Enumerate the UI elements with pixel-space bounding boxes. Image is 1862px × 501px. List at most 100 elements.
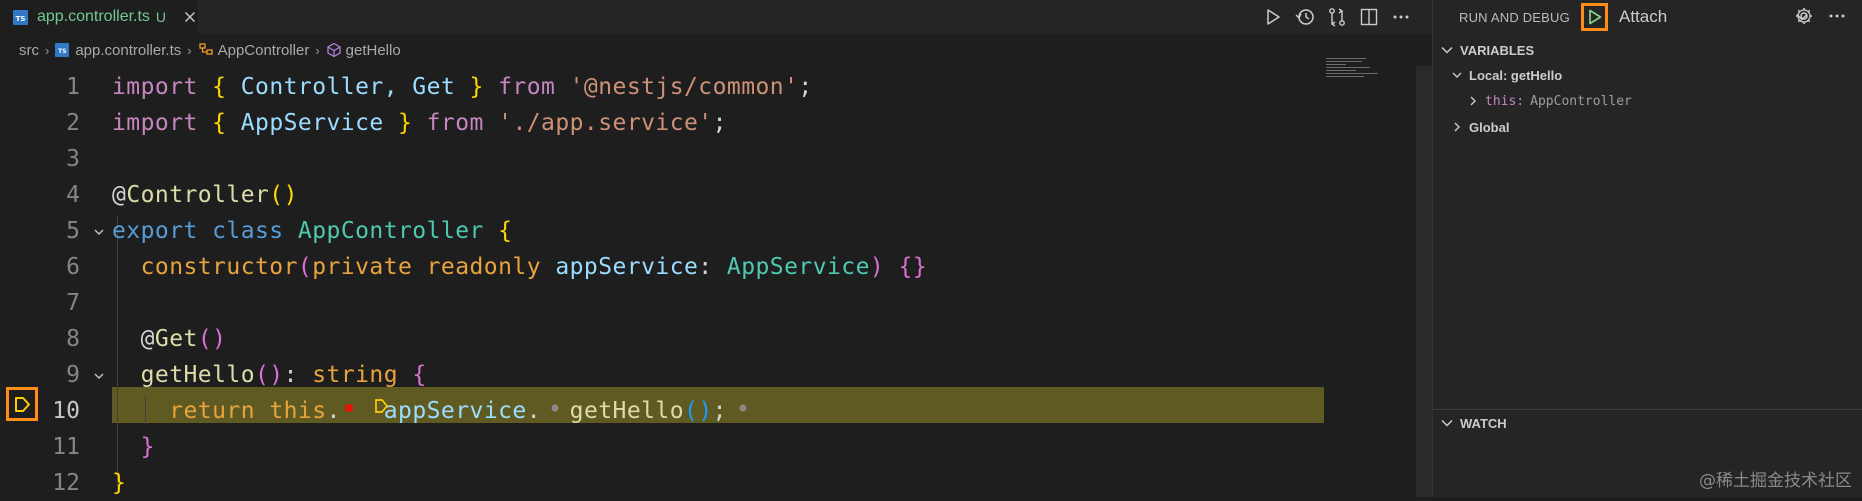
code-token: }	[398, 110, 413, 136]
code-line[interactable]: 5 export class AppController {	[0, 213, 1416, 249]
editor-vertical-scrollbar[interactable]	[1416, 66, 1432, 497]
breadcrumb-method[interactable]: getHello	[346, 42, 401, 59]
code-token: import	[112, 74, 198, 100]
code-line[interactable]: 11 }	[0, 429, 1416, 465]
split-editor-icon[interactable]	[1358, 6, 1380, 28]
code-token: export	[112, 218, 198, 244]
close-icon[interactable]	[182, 9, 198, 25]
code-token: ()	[269, 182, 298, 208]
code-editor[interactable]: 1 import { Controller, Get } from '@nestj…	[0, 66, 1416, 497]
chevron-down-icon	[1452, 72, 1462, 78]
code-line[interactable]: 4 @Controller()	[0, 177, 1416, 213]
compare-changes-icon[interactable]	[1326, 6, 1348, 28]
code-token: AppService	[226, 110, 398, 136]
fold-chevron-icon[interactable]	[92, 225, 106, 239]
more-actions-icon[interactable]	[1390, 6, 1412, 28]
line-number: 7	[66, 290, 80, 316]
code-token: return	[169, 398, 255, 424]
debug-configuration-label: Attach	[1619, 7, 1668, 26]
local-scope-node[interactable]: Local: getHello	[1451, 64, 1562, 86]
code-token: .	[526, 398, 542, 424]
variable-this-node[interactable]: this: AppController	[1467, 90, 1632, 112]
code-text: export class AppController {	[112, 217, 512, 245]
line-number: 6	[66, 254, 80, 280]
variable-name: this:	[1485, 93, 1525, 109]
code-line[interactable]: 10 return this. appService. getHello();	[0, 393, 1416, 429]
fold-chevron-icon[interactable]	[92, 369, 106, 383]
code-token: {	[498, 218, 513, 244]
debug-configuration-select[interactable]: Attach	[1613, 4, 1813, 30]
code-line[interactable]: 12}	[0, 465, 1416, 501]
code-token: from	[498, 74, 556, 100]
code-line[interactable]: 3	[0, 141, 1416, 177]
global-scope-label: Global	[1469, 119, 1510, 135]
code-token: readonly	[426, 254, 541, 280]
chevron-right-icon	[1470, 96, 1476, 106]
inline-breakpoint-icon[interactable]	[342, 400, 356, 414]
code-token: ()	[255, 362, 284, 388]
code-token: Controller	[126, 182, 270, 208]
code-line[interactable]: 6 constructor(private readonly appServic…	[0, 249, 1416, 285]
code-text: return this. appService. getHello();	[112, 397, 727, 425]
code-token: :	[283, 362, 313, 388]
code-line[interactable]: 9 getHello(): string {	[0, 357, 1416, 393]
watch-section-title: WATCH	[1460, 415, 1507, 431]
line-number: 9	[66, 362, 80, 388]
breadcrumb-file[interactable]: app.controller.ts	[75, 42, 181, 59]
code-token: {	[212, 74, 227, 100]
minimap[interactable]	[1326, 58, 1416, 88]
timeline-icon[interactable]	[1294, 6, 1316, 28]
inline-breakpoint-hint-icon[interactable]	[736, 400, 750, 414]
line-number: 3	[66, 146, 80, 172]
code-line[interactable]: 2 import { AppService } from './app.servi…	[0, 105, 1416, 141]
code-token: }	[112, 470, 127, 496]
gear-icon[interactable]	[1794, 6, 1814, 26]
typescript-file-icon: TS	[13, 9, 28, 25]
inline-breakpoint-hint-icon[interactable]	[548, 400, 562, 414]
variables-section-title: VARIABLES	[1460, 42, 1535, 58]
code-token: getHello	[569, 398, 685, 424]
code-token: Controller, Get	[226, 74, 470, 100]
play-icon	[1588, 9, 1601, 25]
code-text: import { AppService } from './app.servic…	[112, 109, 727, 137]
line-number: 8	[66, 326, 80, 352]
tab-app-controller[interactable]: TS app.controller.ts U	[0, 0, 198, 34]
code-token: './app.service'	[498, 110, 713, 136]
editor-area: TS app.controller.ts U src › TS app.cont…	[0, 0, 1432, 497]
tab-filename: app.controller.ts	[36, 8, 150, 25]
variables-section-header[interactable]: VARIABLES	[1433, 37, 1862, 63]
line-number: 2	[66, 110, 80, 136]
run-icon[interactable]	[1262, 6, 1284, 28]
code-token: appService	[555, 254, 699, 280]
start-debugging-button[interactable]	[1581, 3, 1608, 31]
breadcrumb-folder[interactable]: src	[19, 42, 39, 59]
code-line[interactable]: 7	[0, 285, 1416, 321]
code-token: private	[312, 254, 413, 280]
code-token: ;	[712, 398, 727, 424]
code-token: ;	[798, 74, 813, 100]
code-line[interactable]: 8 @Get()	[0, 321, 1416, 357]
line-number: 1	[66, 74, 80, 100]
code-token: AppService	[726, 254, 870, 280]
code-token: }	[469, 74, 484, 100]
code-token: appService	[383, 398, 527, 424]
breadcrumb-class[interactable]: AppController	[218, 42, 310, 59]
global-scope-node[interactable]: Global	[1451, 116, 1509, 138]
code-text: import { Controller, Get } from '@nestjs…	[112, 73, 813, 101]
code-text: getHello(): string {	[112, 361, 427, 389]
line-number: 11	[52, 434, 80, 460]
inline-stackframe-icon[interactable]	[374, 398, 389, 413]
chevron-down-icon	[1441, 419, 1453, 427]
watch-section-header[interactable]: WATCH	[1433, 409, 1862, 436]
more-actions-icon[interactable]	[1827, 6, 1847, 26]
code-line[interactable]: 1 import { Controller, Get } from '@nestj…	[0, 69, 1416, 105]
